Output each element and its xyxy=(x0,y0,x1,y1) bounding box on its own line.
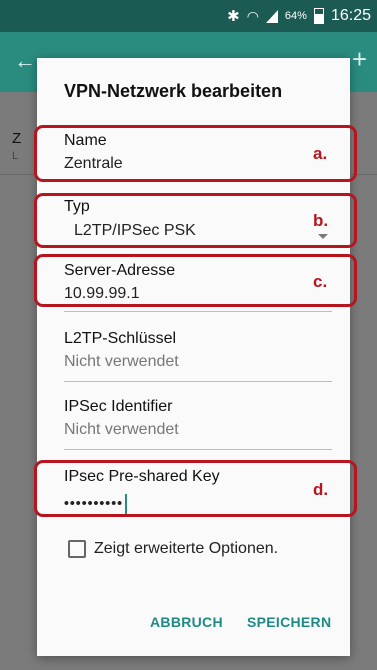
save-button[interactable]: SPEICHERN xyxy=(247,614,331,630)
battery-icon xyxy=(313,8,324,24)
bg-list-item-title: Z xyxy=(12,130,22,147)
l2tp-key-field[interactable]: L2TP-Schlüssel Nicht verwendet xyxy=(64,330,332,382)
annotation-label-a: a. xyxy=(313,144,328,163)
ipsec-identifier-label: IPSec Identifier xyxy=(64,398,173,415)
signal-icon xyxy=(265,9,278,23)
ipsec-identifier-field[interactable]: IPSec Identifier Nicht verwendet xyxy=(64,398,332,450)
annotation-label-c: c. xyxy=(313,272,328,291)
bluetooth-icon: ✱ xyxy=(227,8,240,25)
advanced-options-checkbox[interactable] xyxy=(68,540,86,558)
l2tp-key-input[interactable]: Nicht verwendet xyxy=(64,353,332,371)
wifi-icon: ◠ xyxy=(246,7,259,24)
clock: 16:25 xyxy=(330,7,371,24)
back-arrow-icon[interactable]: ← xyxy=(14,48,36,74)
l2tp-underline xyxy=(64,381,332,382)
advanced-options-label[interactable]: Zeigt erweiterte Optionen. xyxy=(94,540,278,558)
annotation-label-b: b. xyxy=(313,211,329,230)
ipsec-identifier-input[interactable]: Nicht verwendet xyxy=(64,421,332,439)
ipsec-id-underline xyxy=(64,449,332,450)
annotation-box-a xyxy=(34,125,357,182)
bg-list-item-subtitle: L xyxy=(12,150,19,162)
annotation-box-c xyxy=(34,254,357,307)
annotation-label-d: d. xyxy=(313,480,329,499)
cancel-button[interactable]: ABBRUCH xyxy=(150,614,223,630)
add-icon[interactable]: + xyxy=(352,44,367,75)
advanced-options-row[interactable]: Zeigt erweiterte Optionen. xyxy=(68,540,278,558)
annotation-box-d xyxy=(34,460,357,517)
status-bar: ✱ ◠ 64% 16:25 xyxy=(0,0,377,32)
annotation-box-b xyxy=(34,193,357,248)
status-icons: ✱ ◠ 64% 16:25 xyxy=(227,7,371,25)
dialog-title: VPN-Netzwerk bearbeiten xyxy=(64,81,283,101)
l2tp-key-label: L2TP-Schlüssel xyxy=(64,330,177,347)
battery-percent: 64% xyxy=(284,10,307,22)
server-underline xyxy=(64,311,332,312)
